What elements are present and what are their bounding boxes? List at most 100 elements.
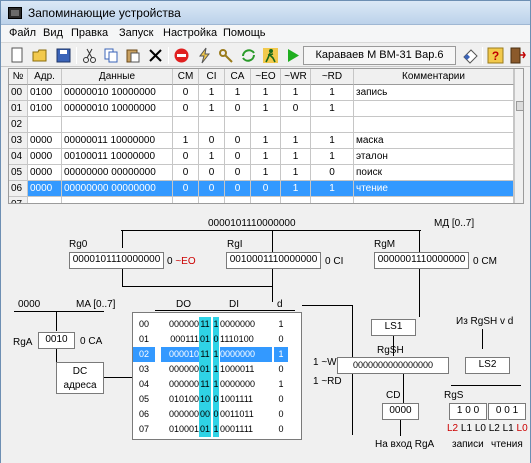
row-cm[interactable] bbox=[173, 197, 199, 203]
row-data[interactable]: 00100011 10000000 bbox=[62, 149, 173, 165]
row-cm[interactable]: 1 bbox=[173, 133, 199, 149]
row-addr[interactable]: 0000 bbox=[28, 149, 62, 165]
row-data[interactable]: 00000011 10000000 bbox=[62, 133, 173, 149]
row-wr[interactable]: 0 bbox=[281, 101, 311, 117]
row-ci[interactable]: 1 bbox=[199, 85, 225, 101]
row-rd[interactable]: 1 bbox=[311, 85, 354, 101]
menu-run[interactable]: Запуск bbox=[119, 27, 153, 39]
row-ci[interactable]: 0 bbox=[199, 133, 225, 149]
row-comment[interactable]: поиск bbox=[354, 165, 514, 181]
row-num[interactable]: 06 bbox=[9, 181, 28, 197]
row-cm[interactable] bbox=[173, 117, 199, 133]
run-man-icon[interactable] bbox=[262, 47, 279, 64]
row-addr[interactable] bbox=[28, 197, 62, 203]
row-addr[interactable]: 0100 bbox=[28, 101, 62, 117]
menu-file[interactable]: Файл bbox=[9, 27, 36, 39]
row-comment[interactable]: эталон bbox=[354, 149, 514, 165]
row-num[interactable]: 04 bbox=[9, 149, 28, 165]
row-addr[interactable]: 0000 bbox=[28, 165, 62, 181]
paste-icon[interactable] bbox=[125, 47, 142, 64]
row-ca[interactable] bbox=[225, 197, 251, 203]
row-comment[interactable]: маска bbox=[354, 133, 514, 149]
row-num[interactable]: 05 bbox=[9, 165, 28, 181]
row-addr[interactable]: 0000 bbox=[28, 181, 62, 197]
row-wr[interactable] bbox=[281, 117, 311, 133]
step-icon[interactable] bbox=[196, 47, 213, 64]
row-eo[interactable] bbox=[251, 197, 281, 203]
refresh-icon[interactable] bbox=[240, 47, 257, 64]
row-wr[interactable]: 1 bbox=[281, 181, 311, 197]
row-rd[interactable] bbox=[311, 117, 354, 133]
row-eo[interactable]: 1 bbox=[251, 85, 281, 101]
row-cm[interactable]: 0 bbox=[173, 181, 199, 197]
row-ca[interactable]: 0 bbox=[225, 165, 251, 181]
row-num[interactable]: 03 bbox=[9, 133, 28, 149]
row-comment[interactable]: чтение bbox=[354, 181, 514, 197]
row-eo[interactable] bbox=[251, 117, 281, 133]
row-data[interactable]: 00000000 00000000 bbox=[62, 165, 173, 181]
row-rd[interactable]: 1 bbox=[311, 133, 354, 149]
eraser-icon[interactable] bbox=[462, 47, 479, 64]
row-rd[interactable]: 1 bbox=[311, 149, 354, 165]
row-data[interactable]: 00000000 00000000 bbox=[62, 181, 173, 197]
row-data[interactable]: 00000010 10000000 bbox=[62, 101, 173, 117]
row-ci[interactable]: 0 bbox=[199, 181, 225, 197]
row-eo[interactable]: 1 bbox=[251, 101, 281, 117]
delete-icon[interactable] bbox=[147, 47, 164, 64]
row-ci[interactable]: 1 bbox=[199, 149, 225, 165]
row-num[interactable]: 01 bbox=[9, 101, 28, 117]
row-ci[interactable]: 1 bbox=[199, 101, 225, 117]
menu-edit[interactable]: Правка bbox=[71, 27, 108, 39]
menu-help[interactable]: Помощь bbox=[223, 27, 266, 39]
row-eo[interactable]: 0 bbox=[251, 181, 281, 197]
row-ca[interactable]: 1 bbox=[225, 85, 251, 101]
row-ca[interactable] bbox=[225, 117, 251, 133]
row-addr[interactable]: 0100 bbox=[28, 85, 62, 101]
menu-view[interactable]: Вид bbox=[43, 27, 63, 39]
row-ca[interactable]: 0 bbox=[225, 149, 251, 165]
row-eo[interactable]: 1 bbox=[251, 165, 281, 181]
row-rd[interactable]: 1 bbox=[311, 181, 354, 197]
row-num[interactable]: 02 bbox=[9, 117, 28, 133]
row-ci[interactable] bbox=[199, 117, 225, 133]
row-wr[interactable]: 1 bbox=[281, 165, 311, 181]
row-addr[interactable]: 0000 bbox=[28, 133, 62, 149]
row-ca[interactable]: 0 bbox=[225, 101, 251, 117]
table-scrollbar[interactable] bbox=[514, 69, 523, 203]
row-rd[interactable] bbox=[311, 197, 354, 203]
row-comment[interactable] bbox=[354, 197, 514, 203]
row-comment[interactable]: запись bbox=[354, 85, 514, 101]
save-icon[interactable] bbox=[55, 47, 72, 64]
key-icon[interactable] bbox=[218, 47, 235, 64]
copy-icon[interactable] bbox=[103, 47, 120, 64]
row-num[interactable]: 00 bbox=[9, 85, 28, 101]
row-ca[interactable]: 0 bbox=[225, 133, 251, 149]
row-data[interactable] bbox=[62, 117, 173, 133]
stop-icon[interactable] bbox=[173, 47, 190, 64]
row-cm[interactable]: 0 bbox=[173, 85, 199, 101]
row-wr[interactable] bbox=[281, 197, 311, 203]
row-comment[interactable] bbox=[354, 101, 514, 117]
row-rd[interactable]: 0 bbox=[311, 165, 354, 181]
row-comment[interactable] bbox=[354, 117, 514, 133]
row-rd[interactable]: 1 bbox=[311, 101, 354, 117]
menu-settings[interactable]: Настройка bbox=[163, 27, 217, 39]
row-cm[interactable]: 0 bbox=[173, 101, 199, 117]
row-cm[interactable]: 0 bbox=[173, 165, 199, 181]
cut-icon[interactable] bbox=[81, 47, 98, 64]
row-ci[interactable]: 0 bbox=[199, 165, 225, 181]
play-icon[interactable] bbox=[284, 47, 301, 64]
row-data[interactable]: 00000010 10000000 bbox=[62, 85, 173, 101]
row-data[interactable] bbox=[62, 197, 173, 203]
help-icon[interactable]: ? bbox=[487, 47, 504, 64]
new-icon[interactable] bbox=[9, 47, 26, 64]
row-eo[interactable]: 1 bbox=[251, 149, 281, 165]
row-eo[interactable]: 1 bbox=[251, 133, 281, 149]
row-wr[interactable]: 1 bbox=[281, 85, 311, 101]
row-ci[interactable] bbox=[199, 197, 225, 203]
row-wr[interactable]: 1 bbox=[281, 133, 311, 149]
open-icon[interactable] bbox=[32, 47, 49, 64]
row-num[interactable]: 07 bbox=[9, 197, 28, 203]
row-cm[interactable]: 0 bbox=[173, 149, 199, 165]
row-ca[interactable]: 0 bbox=[225, 181, 251, 197]
